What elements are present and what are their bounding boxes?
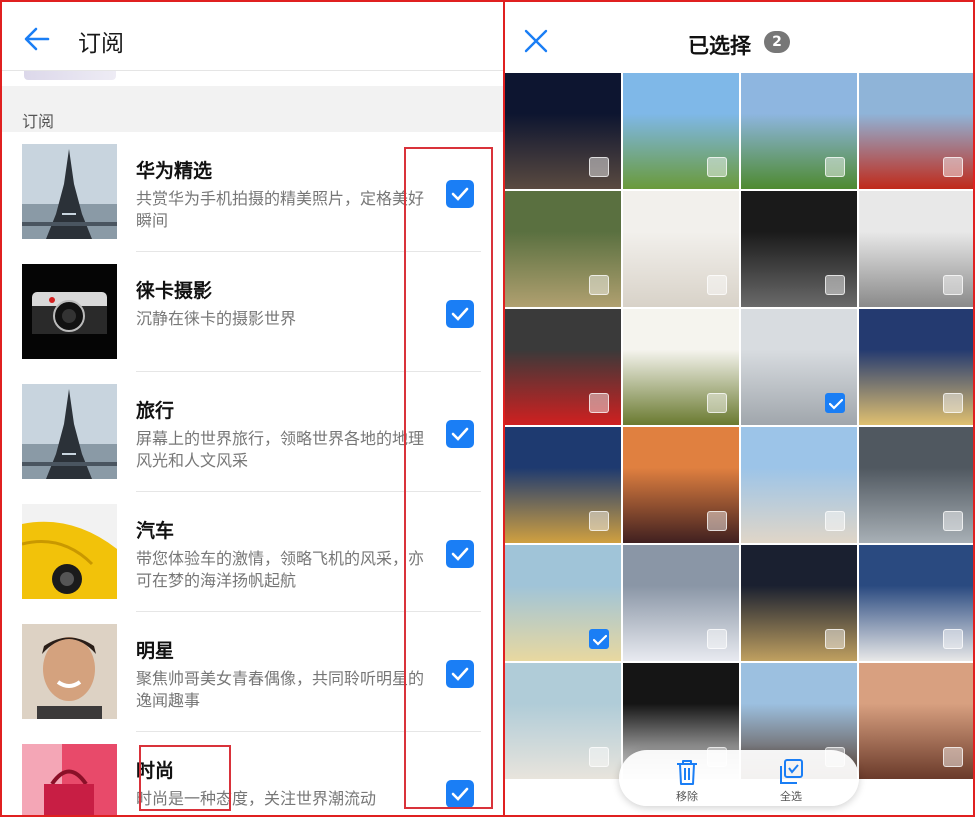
left-screen-frame — [0, 0, 505, 817]
right-screen-frame — [503, 0, 975, 817]
